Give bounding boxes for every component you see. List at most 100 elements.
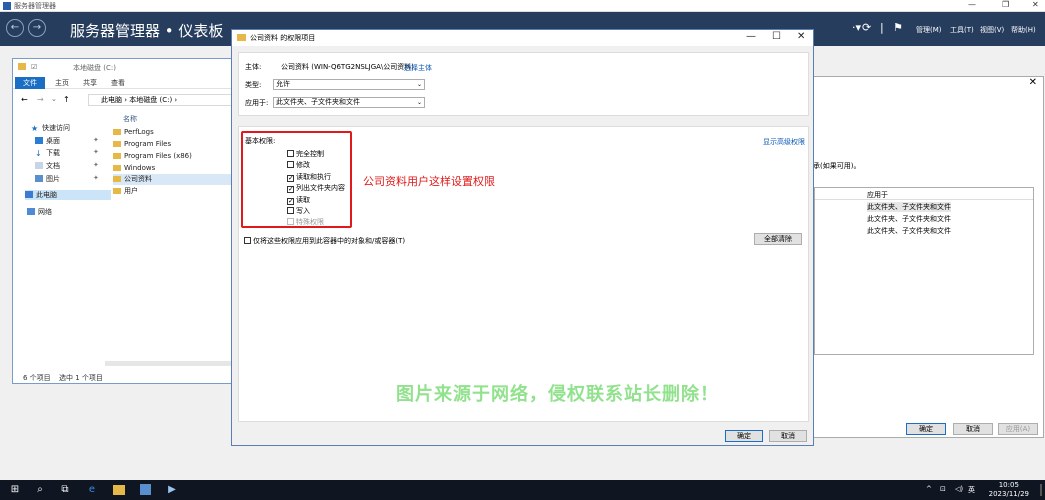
nav-network[interactable]: 网络 [27, 207, 52, 217]
powershell-icon[interactable]: ▶ [166, 484, 178, 496]
folder-icon [113, 129, 121, 135]
volume-icon[interactable]: ◁) [955, 485, 963, 493]
page-title: 服务器管理器 • 仪表板 [70, 22, 224, 40]
close-icon[interactable]: ✕ [1032, 0, 1039, 9]
separator-icon: | [880, 21, 884, 34]
show-desktop-button[interactable] [1040, 484, 1042, 496]
cancel-button[interactable]: 取消 [769, 430, 807, 442]
list-item[interactable]: Program Files (x86) [113, 151, 235, 162]
network-icon [27, 208, 35, 215]
search-icon[interactable]: ⌕ [34, 484, 46, 496]
list-item[interactable]: Program Files [113, 139, 235, 150]
maximize-icon[interactable]: ☐ [772, 31, 781, 42]
folder-icon [113, 165, 121, 171]
menu-tools[interactable]: 工具(T) [950, 25, 974, 35]
server-manager-titlebar: 服务器管理器 — ❐ ✕ [0, 0, 1045, 12]
pin-icon[interactable]: ✦ [93, 174, 99, 182]
computer-icon [25, 191, 33, 198]
tab-view[interactable]: 查看 [111, 78, 125, 88]
flag-icon[interactable]: ⚑ [893, 21, 903, 34]
forward-arrow-icon[interactable]: → [37, 95, 44, 104]
folder-icon [113, 141, 121, 147]
ok-button[interactable]: 确定 [725, 430, 763, 442]
select-principal-link[interactable]: 选择主体 [404, 63, 432, 73]
task-view-icon[interactable]: ⧉ [59, 484, 71, 496]
up-arrow-icon[interactable]: ↑ [63, 95, 70, 104]
minimize-icon[interactable]: — [968, 0, 976, 9]
nav-documents[interactable]: 文档 [35, 161, 60, 171]
browser-icon[interactable]: e [86, 484, 98, 496]
ok-button[interactable]: 确定 [906, 423, 946, 435]
list-item[interactable]: Windows [113, 163, 235, 174]
folder-icon [113, 153, 121, 159]
address-input[interactable]: 此电脑 › 本地磁盘 (C:) › [88, 94, 234, 106]
document-icon [35, 162, 43, 169]
ribbon-tabs: 文件 主页 共享 查看 [13, 77, 235, 89]
nav-this-pc[interactable]: 此电脑 [25, 190, 111, 200]
back-arrow-icon[interactable]: ← [21, 95, 28, 104]
apply-only-checkbox[interactable]: 仅将这些权限应用到此容器中的对象和/或容器(T) [244, 236, 405, 246]
type-select[interactable]: 允许 ⌄ [273, 79, 425, 90]
inherit-text: 继承(如果可用)。 [806, 162, 861, 170]
clock-time: 10:05 [998, 481, 1019, 489]
table-row[interactable]: 此文件夹、子文件夹和文件 [867, 202, 951, 212]
principal-label: 主体: [245, 63, 262, 71]
close-icon[interactable]: ✕ [1029, 77, 1037, 88]
cancel-button[interactable]: 取消 [953, 423, 993, 435]
minimize-icon[interactable]: — [746, 31, 756, 42]
type-label: 类型: [245, 81, 262, 89]
file-explorer-icon[interactable] [113, 485, 125, 495]
nav-desktop[interactable]: 桌面 [35, 136, 60, 146]
server-manager-icon[interactable] [140, 484, 151, 495]
dropdown-arrow-icon[interactable]: ·▾ [852, 21, 861, 34]
checkbox[interactable] [244, 237, 251, 244]
menu-manage[interactable]: 管理(M) [916, 25, 942, 35]
windows-start-icon[interactable]: ⊞ [9, 484, 21, 496]
nav-downloads[interactable]: ↓ 下载 [35, 148, 60, 158]
pin-icon[interactable]: ✦ [93, 136, 99, 144]
horizontal-scrollbar[interactable] [105, 361, 235, 366]
folder-icon [237, 34, 246, 41]
column-name[interactable]: 名称 [123, 114, 137, 124]
nav-quick-access[interactable]: ★ 快速访问 [31, 123, 70, 133]
tab-home[interactable]: 主页 [55, 78, 69, 88]
applies-to-select[interactable]: 此文件夹、子文件夹和文件 ⌄ [273, 97, 425, 108]
download-icon: ↓ [35, 149, 42, 158]
list-item[interactable]: PerfLogs [113, 127, 235, 138]
server-manager-window-title: 服务器管理器 [14, 2, 56, 10]
picture-icon [35, 175, 43, 182]
folder-icon [18, 63, 26, 70]
pin-icon[interactable]: ✦ [93, 161, 99, 169]
clock[interactable]: 10:05 2023/11/29 [989, 481, 1029, 499]
chevron-up-icon[interactable]: ^ [926, 485, 932, 493]
apply-button[interactable]: 应用(A) [998, 423, 1038, 435]
list-item-selected[interactable]: 公司资料 [113, 174, 235, 185]
status-count: 6 个项目 [23, 374, 51, 382]
dialog-title: 公司资料 的权限项目 [250, 34, 316, 42]
show-advanced-link[interactable]: 显示高级权限 [763, 137, 805, 147]
list-item[interactable]: 用户 [113, 186, 235, 197]
table-row[interactable]: 此文件夹、子文件夹和文件 [867, 214, 951, 224]
table-row[interactable]: 此文件夹、子文件夹和文件 [867, 226, 951, 236]
chevron-down-icon[interactable]: ⌄ [51, 95, 57, 103]
refresh-icon[interactable]: ⟳ [862, 21, 871, 34]
back-arrow-icon[interactable]: ← [6, 19, 24, 37]
pin-icon[interactable]: ✦ [93, 148, 99, 156]
star-icon: ★ [31, 124, 39, 133]
nav-pictures[interactable]: 图片 [35, 174, 60, 184]
network-icon[interactable]: ⊡ [940, 485, 946, 493]
dialog-titlebar: 公司资料 的权限项目 — ☐ ✕ [232, 30, 813, 46]
clear-all-button[interactable]: 全部清除 [754, 233, 802, 245]
close-icon[interactable]: ✕ [797, 31, 805, 42]
tab-share[interactable]: 共享 [83, 78, 97, 88]
tab-file[interactable]: 文件 [15, 77, 45, 89]
checkbox-icon[interactable]: ☑ [31, 63, 37, 71]
input-language[interactable]: 英 [968, 485, 975, 495]
forward-arrow-icon[interactable]: → [28, 19, 46, 37]
server-manager-icon [3, 2, 11, 10]
explorer-title: 本地磁盘 (C:) [73, 64, 116, 72]
menu-view[interactable]: 视图(V) [980, 25, 1004, 35]
menu-help[interactable]: 帮助(H) [1011, 25, 1036, 35]
address-bar: ← → ⌄ ↑ 此电脑 › 本地磁盘 (C:) › [13, 93, 235, 107]
maximize-icon[interactable]: ❐ [1002, 0, 1009, 9]
